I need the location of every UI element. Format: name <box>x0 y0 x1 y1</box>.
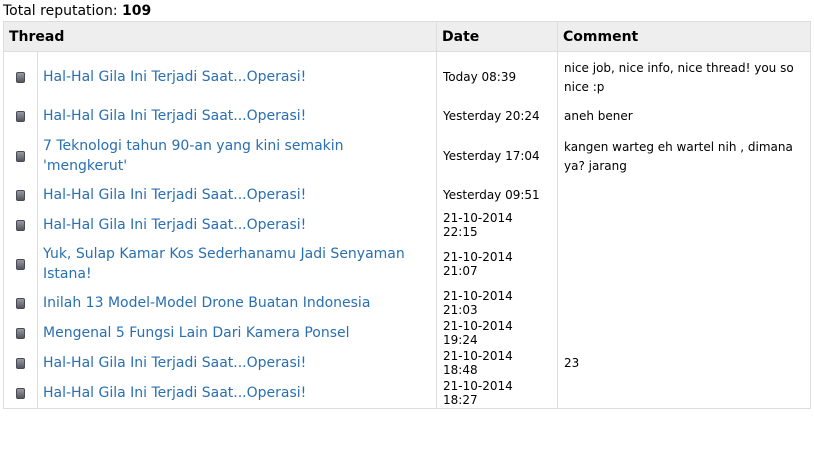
date-cell: 21-10-2014 18:27 <box>436 378 559 409</box>
thread-cell: Hal-Hal Gila Ini Terjadi Saat...Operasi! <box>36 180 438 210</box>
date-column-header: Date <box>436 21 559 52</box>
thread-link[interactable]: Hal-Hal Gila Ini Terjadi Saat...Operasi! <box>43 69 306 85</box>
date-cell: Yesterday 09:51 <box>436 180 559 210</box>
thread-cell: Hal-Hal Gila Ini Terjadi Saat...Operasi! <box>36 101 438 131</box>
thread-cell: Mengenal 5 Fungsi Lain Dari Kamera Ponse… <box>36 318 438 348</box>
row-icon-cell <box>3 180 38 210</box>
post-bullet-icon <box>16 190 25 201</box>
post-bullet-icon <box>16 387 25 399</box>
table-row: Yuk, Sulap Kamar Kos Sederhanamu Jadi Se… <box>3 240 812 288</box>
comment-cell: kangen warteg eh wartel nih , dimana ya?… <box>557 131 812 180</box>
post-bullet-icon <box>16 358 25 369</box>
comment-cell <box>557 378 812 409</box>
table-row: Hal-Hal Gila Ini Terjadi Saat...Operasi!… <box>3 210 812 240</box>
thread-cell: Yuk, Sulap Kamar Kos Sederhanamu Jadi Se… <box>36 240 438 288</box>
row-icon-cell <box>3 318 38 348</box>
total-reputation-value: 109 <box>122 3 152 19</box>
comment-column-header: Comment <box>557 21 812 52</box>
comment-cell: aneh bener <box>557 101 812 131</box>
total-reputation: Total reputation: 109 <box>3 3 151 20</box>
date-cell: Today 08:39 <box>436 51 559 101</box>
table-header-row: Thread Date Comment <box>2 21 812 52</box>
date-cell: 21-10-2014 18:48 <box>436 348 559 378</box>
table-row: Hal-Hal Gila Ini Terjadi Saat...Operasi!… <box>3 180 812 210</box>
row-icon-cell <box>3 240 38 288</box>
thread-link[interactable]: Hal-Hal Gila Ini Terjadi Saat...Operasi! <box>43 217 306 233</box>
thread-link[interactable]: Hal-Hal Gila Ini Terjadi Saat...Operasi! <box>43 187 306 203</box>
row-icon-cell <box>3 101 38 131</box>
thread-link[interactable]: Hal-Hal Gila Ini Terjadi Saat...Operasi! <box>43 355 306 371</box>
thread-link[interactable]: Hal-Hal Gila Ini Terjadi Saat...Operasi! <box>43 385 306 401</box>
thread-link[interactable]: Yuk, Sulap Kamar Kos Sederhanamu Jadi Se… <box>43 246 405 282</box>
comment-cell <box>557 288 812 318</box>
row-icon-cell <box>3 378 38 409</box>
table-row: Hal-Hal Gila Ini Terjadi Saat...Operasi!… <box>3 378 812 409</box>
thread-link[interactable]: Hal-Hal Gila Ini Terjadi Saat...Operasi! <box>43 108 306 124</box>
table-row: 7 Teknologi tahun 90-an yang kini semaki… <box>3 131 812 180</box>
post-bullet-icon <box>16 298 25 309</box>
table-row: Mengenal 5 Fungsi Lain Dari Kamera Ponse… <box>3 318 812 348</box>
comment-cell: nice job, nice info, nice thread! you so… <box>557 51 812 101</box>
post-bullet-icon <box>16 328 25 339</box>
comment-cell <box>557 240 812 288</box>
date-cell: 21-10-2014 21:07 <box>436 240 559 288</box>
comment-cell <box>557 180 812 210</box>
comment-cell <box>557 318 812 348</box>
comment-cell <box>557 210 812 240</box>
thread-column-header: Thread <box>2 21 438 52</box>
comment-cell: 23 <box>557 348 812 378</box>
post-bullet-icon <box>16 259 25 270</box>
row-icon-cell <box>3 348 38 378</box>
row-icon-cell <box>3 131 38 180</box>
table-row: Hal-Hal Gila Ini Terjadi Saat...Operasi!… <box>3 51 812 101</box>
thread-link[interactable]: 7 Teknologi tahun 90-an yang kini semaki… <box>43 138 344 174</box>
post-bullet-icon <box>16 111 25 122</box>
thread-cell: Hal-Hal Gila Ini Terjadi Saat...Operasi! <box>36 378 438 409</box>
thread-cell: 7 Teknologi tahun 90-an yang kini semaki… <box>36 131 438 180</box>
post-bullet-icon <box>16 71 25 83</box>
thread-cell: Inilah 13 Model-Model Drone Buatan Indon… <box>36 288 438 318</box>
row-icon-cell <box>3 210 38 240</box>
thread-cell: Hal-Hal Gila Ini Terjadi Saat...Operasi! <box>36 51 438 101</box>
post-bullet-icon <box>16 220 25 231</box>
table-row: Hal-Hal Gila Ini Terjadi Saat...Operasi!… <box>3 101 812 131</box>
table-row: Inilah 13 Model-Model Drone Buatan Indon… <box>3 288 812 318</box>
total-reputation-label: Total reputation: <box>3 3 123 19</box>
date-cell: 21-10-2014 19:24 <box>436 318 559 348</box>
date-cell: Yesterday 20:24 <box>436 101 559 131</box>
thread-cell: Hal-Hal Gila Ini Terjadi Saat...Operasi! <box>36 348 438 378</box>
thread-cell: Hal-Hal Gila Ini Terjadi Saat...Operasi! <box>36 210 438 240</box>
date-cell: 21-10-2014 22:15 <box>436 210 559 240</box>
post-bullet-icon <box>16 150 25 162</box>
row-icon-cell <box>3 288 38 318</box>
thread-link[interactable]: Mengenal 5 Fungsi Lain Dari Kamera Ponse… <box>43 325 350 341</box>
row-icon-cell <box>3 51 38 101</box>
thread-link[interactable]: Inilah 13 Model-Model Drone Buatan Indon… <box>43 295 370 311</box>
table-row: Hal-Hal Gila Ini Terjadi Saat...Operasi!… <box>3 348 812 378</box>
date-cell: Yesterday 17:04 <box>436 131 559 180</box>
reputation-table: Thread Date Comment Hal-Hal Gila Ini Ter… <box>2 21 812 409</box>
date-cell: 21-10-2014 21:03 <box>436 288 559 318</box>
